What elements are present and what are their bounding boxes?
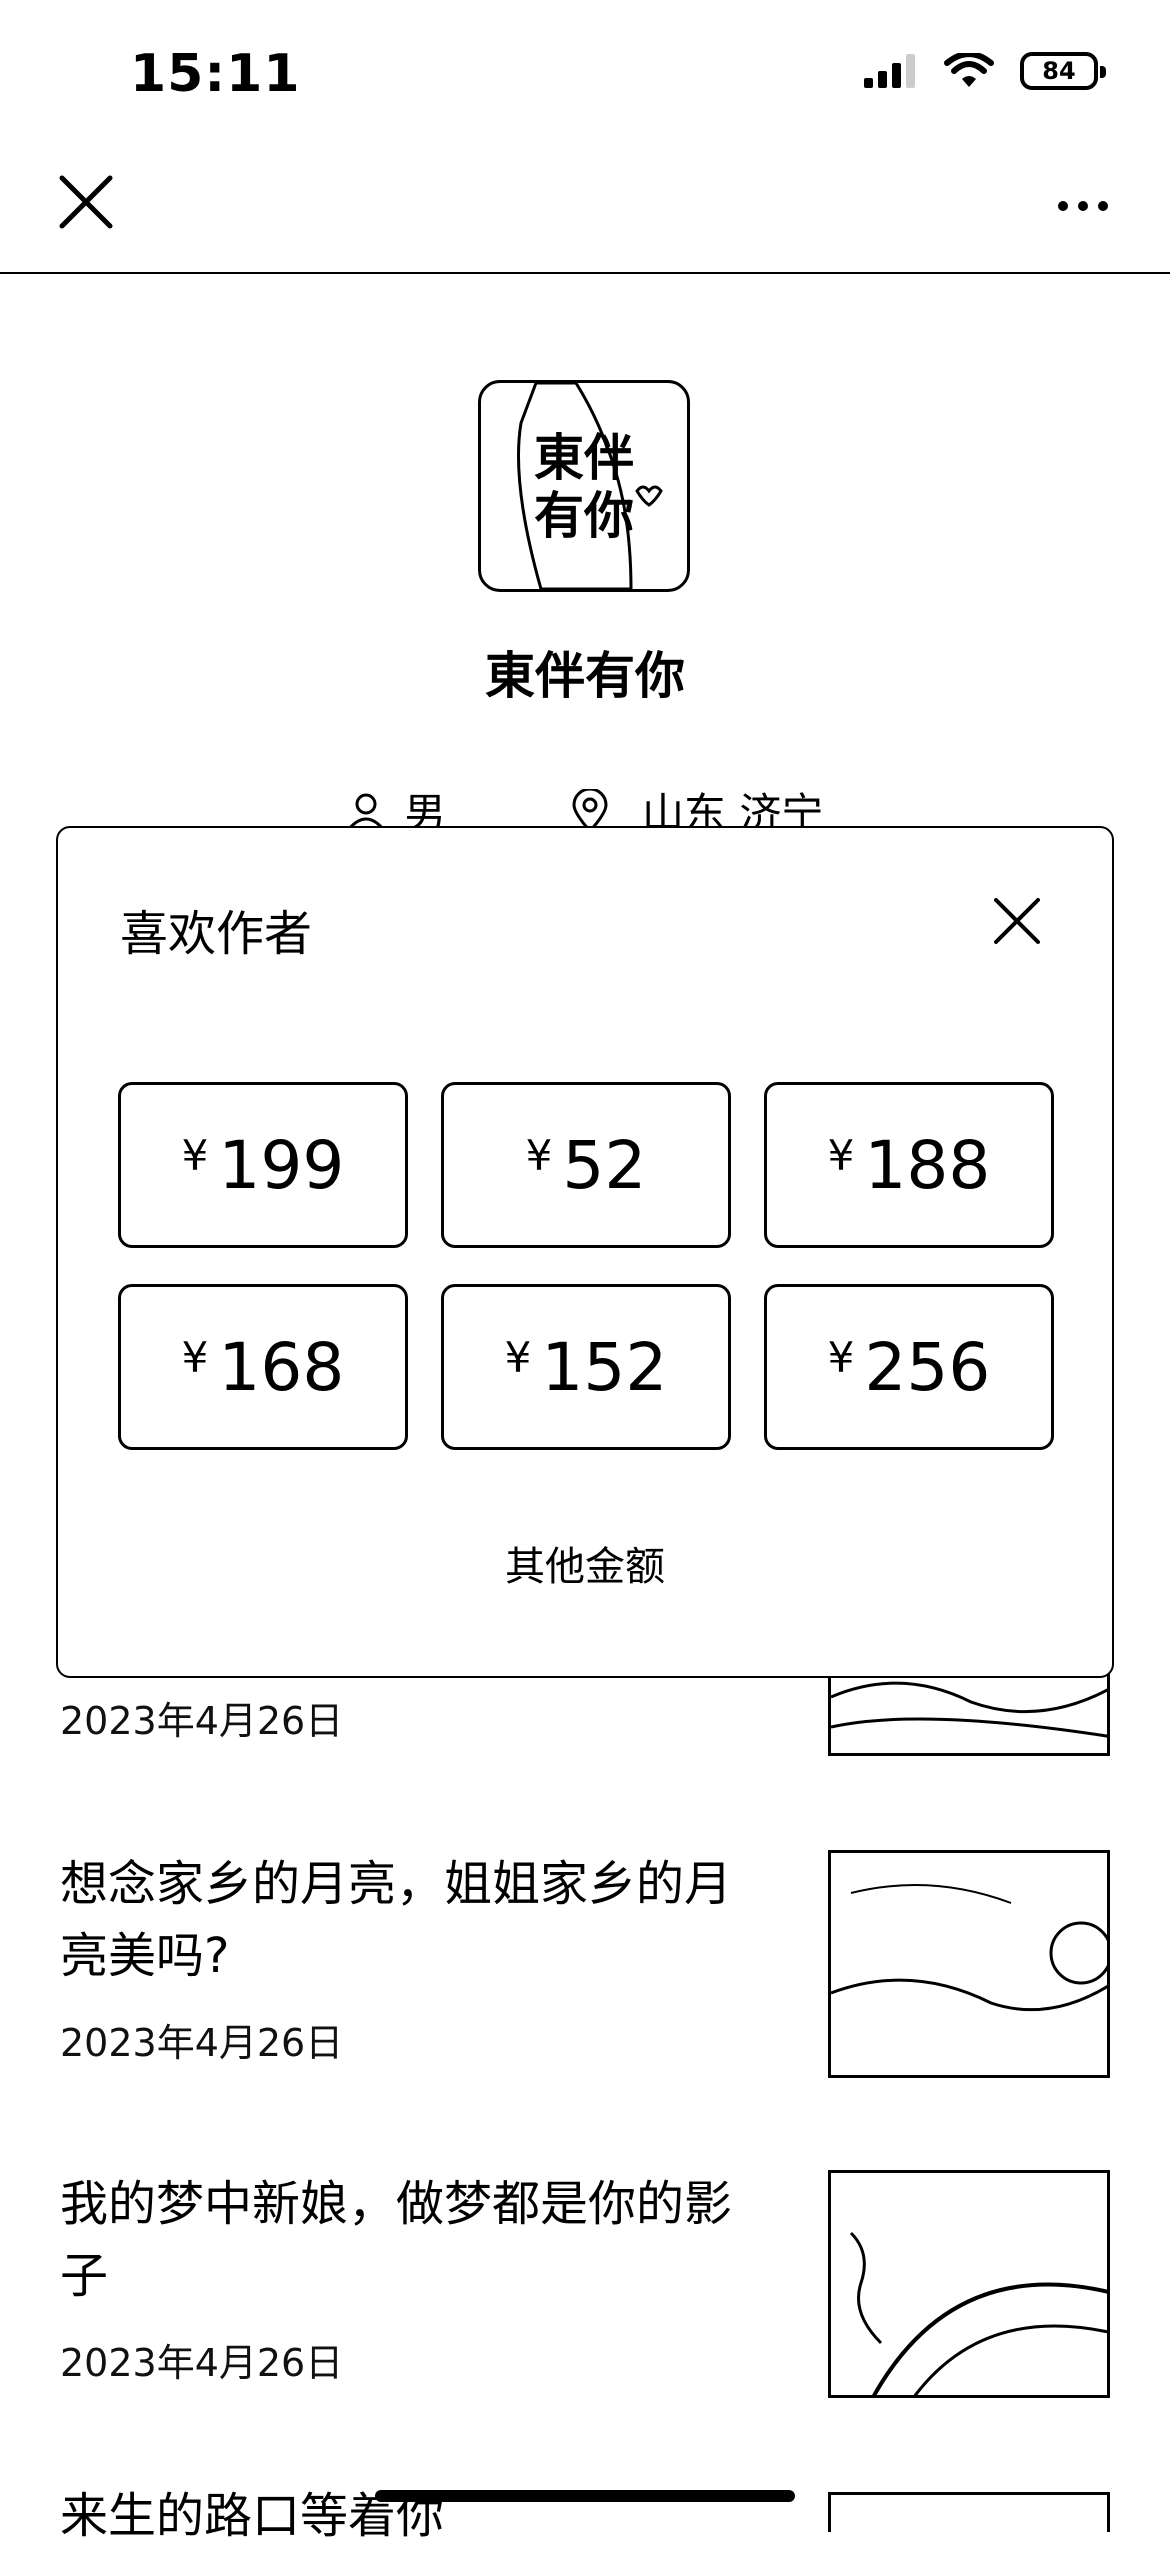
article-thumbnail[interactable] — [828, 2170, 1110, 2398]
battery-icon: 84 — [1020, 52, 1106, 90]
amount-button[interactable]: ¥ 188 — [764, 1082, 1054, 1248]
avatar-text-2: 有你 — [534, 487, 634, 545]
article-title[interactable]: 我的梦中新娘，做梦都是你的影子 — [60, 2168, 760, 2312]
amount-button[interactable]: ¥ 256 — [764, 1284, 1054, 1450]
more-icon[interactable] — [1052, 186, 1114, 226]
article-date: 2023年4月26日 — [60, 1699, 344, 1743]
amount-button[interactable]: ¥ 168 — [118, 1284, 408, 1450]
status-icons: 84 — [864, 52, 1106, 90]
currency-symbol: ¥ — [181, 1130, 209, 1180]
article-thumbnail[interactable] — [828, 2492, 1110, 2532]
amount-value: 188 — [864, 1126, 991, 1204]
modal-close-icon[interactable] — [990, 894, 1044, 948]
amount-value: 256 — [864, 1328, 991, 1406]
amount-value: 168 — [218, 1328, 345, 1406]
other-amount-link[interactable]: 其他金额 — [58, 1534, 1112, 1592]
battery-level: 84 — [1042, 57, 1076, 85]
nav-divider — [0, 272, 1170, 274]
avatar[interactable]: 東伴 有你 — [478, 380, 690, 592]
currency-symbol: ¥ — [827, 1332, 855, 1382]
currency-symbol: ¥ — [525, 1130, 553, 1180]
home-indicator[interactable] — [375, 2490, 795, 2502]
wifi-icon — [944, 53, 994, 87]
amount-value: 52 — [562, 1126, 647, 1204]
amount-button[interactable]: ¥ 199 — [118, 1082, 408, 1248]
article-date: 2023年4月26日 — [60, 2341, 344, 2385]
currency-symbol: ¥ — [504, 1332, 532, 1382]
amount-button[interactable]: ¥ 152 — [441, 1284, 731, 1450]
amount-button[interactable]: ¥ 52 — [441, 1082, 731, 1248]
close-icon[interactable] — [56, 172, 116, 232]
profile-name: 東伴有你 — [485, 647, 685, 705]
avatar-text-1: 東伴 — [534, 429, 634, 487]
currency-symbol: ¥ — [827, 1130, 855, 1180]
currency-symbol: ¥ — [181, 1332, 209, 1382]
status-time: 15:11 — [130, 44, 301, 104]
article-thumbnail[interactable] — [828, 1850, 1110, 2078]
article-title[interactable]: 想念家乡的月亮，姐姐家乡的月亮美吗? — [60, 1848, 760, 1992]
article-date: 2023年4月26日 — [60, 2021, 344, 2065]
user-icon — [347, 793, 385, 830]
signal-icon — [864, 54, 915, 88]
amount-value: 199 — [218, 1126, 345, 1204]
tip-modal: 喜欢作者 ¥ 199 ¥ 52 ¥ 188 ¥ 168 ¥ 152 ¥ 256 … — [56, 826, 1114, 1678]
avatar-image: 東伴 有你 — [517, 383, 663, 589]
amount-value: 152 — [541, 1328, 668, 1406]
modal-title: 喜欢作者 — [120, 906, 313, 962]
